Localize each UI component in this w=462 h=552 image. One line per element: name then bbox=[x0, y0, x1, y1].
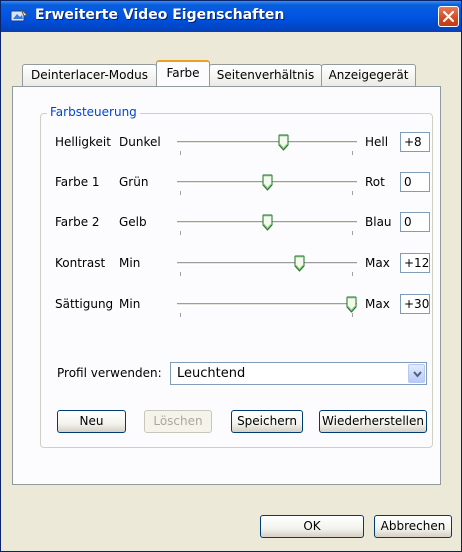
slider-track[interactable] bbox=[177, 141, 357, 144]
slider-min-label: Min bbox=[119, 297, 141, 311]
slider-thumb-icon[interactable] bbox=[262, 214, 273, 231]
slider-tick-max bbox=[352, 231, 353, 235]
color-control-group bbox=[40, 113, 433, 448]
save-button[interactable]: Speichern bbox=[231, 410, 303, 433]
slider-tick-max bbox=[352, 151, 353, 155]
slider-tick-min bbox=[180, 151, 181, 155]
slider-max-label: Blau bbox=[365, 215, 392, 229]
slider-tick-min bbox=[180, 191, 181, 195]
slider-thumb-icon[interactable] bbox=[278, 134, 289, 151]
slider-max-label: Max bbox=[365, 297, 390, 311]
new-button[interactable]: Neu bbox=[57, 410, 126, 433]
tab-label: Anzeigegerät bbox=[328, 68, 409, 82]
video-properties-icon bbox=[10, 8, 28, 24]
slider-value-field[interactable]: +12 bbox=[400, 253, 430, 273]
tab-label: Seitenverhältnis bbox=[216, 68, 315, 82]
slider-max-label: Max bbox=[365, 256, 390, 270]
profile-select[interactable]: Leuchtend bbox=[170, 362, 427, 385]
slider-tick-max bbox=[352, 191, 353, 195]
slider-value-field[interactable]: +8 bbox=[400, 132, 430, 152]
profile-dropdown-button[interactable] bbox=[408, 364, 425, 383]
tab-farbe[interactable]: Farbe bbox=[156, 60, 210, 86]
slider-tick-max bbox=[352, 272, 353, 276]
dialog-window: Erweiterte Video Eigenschaften Deinterla… bbox=[0, 0, 462, 552]
slider-min-label: Dunkel bbox=[119, 135, 161, 149]
cancel-button[interactable]: Abbrechen bbox=[374, 515, 452, 538]
slider-value-field[interactable]: 0 bbox=[400, 172, 430, 192]
window-title: Erweiterte Video Eigenschaften bbox=[35, 7, 285, 23]
slider-tick-min bbox=[180, 313, 181, 317]
slider-value-field[interactable]: +30 bbox=[400, 294, 430, 314]
profile-selected-value: Leuchtend bbox=[177, 366, 246, 381]
slider-min-label: Grün bbox=[119, 175, 149, 189]
slider-name-label: Kontrast bbox=[55, 256, 106, 270]
tab-label: Deinterlacer-Modus bbox=[31, 68, 148, 82]
slider-track[interactable] bbox=[177, 303, 357, 306]
tab-deinterlacer-modus[interactable]: Deinterlacer-Modus bbox=[22, 64, 157, 86]
slider-name-label: Sättigung bbox=[55, 297, 114, 311]
slider-min-label: Gelb bbox=[119, 215, 147, 229]
slider-max-label: Hell bbox=[365, 135, 389, 149]
slider-tick-min bbox=[180, 272, 181, 276]
tab-seitenverhaeltnis[interactable]: Seitenverhältnis bbox=[209, 64, 322, 86]
chevron-down-icon bbox=[413, 371, 422, 378]
ok-button[interactable]: OK bbox=[260, 515, 364, 538]
slider-name-label: Farbe 2 bbox=[55, 215, 100, 229]
close-icon bbox=[443, 11, 454, 22]
slider-name-label: Farbe 1 bbox=[55, 175, 100, 189]
close-button[interactable] bbox=[438, 6, 459, 27]
slider-tick-max bbox=[352, 313, 353, 317]
group-label: Farbsteuerung bbox=[47, 105, 140, 119]
slider-thumb-icon[interactable] bbox=[346, 296, 357, 313]
slider-max-label: Rot bbox=[365, 175, 385, 189]
slider-min-label: Min bbox=[119, 256, 141, 270]
title-bar[interactable]: Erweiterte Video Eigenschaften bbox=[1, 1, 461, 32]
delete-button[interactable]: Löschen bbox=[144, 410, 212, 433]
profile-label: Profil verwenden: bbox=[57, 366, 162, 380]
tab-anzeigegeraet[interactable]: Anzeigegerät bbox=[321, 64, 416, 86]
tab-label: Farbe bbox=[166, 66, 200, 80]
slider-thumb-icon[interactable] bbox=[294, 255, 305, 272]
slider-thumb-icon[interactable] bbox=[262, 174, 273, 191]
slider-track[interactable] bbox=[177, 262, 357, 265]
slider-name-label: Helligkeit bbox=[55, 135, 111, 149]
slider-value-field[interactable]: 0 bbox=[400, 212, 430, 232]
slider-tick-min bbox=[180, 231, 181, 235]
restore-button[interactable]: Wiederherstellen bbox=[319, 410, 427, 433]
